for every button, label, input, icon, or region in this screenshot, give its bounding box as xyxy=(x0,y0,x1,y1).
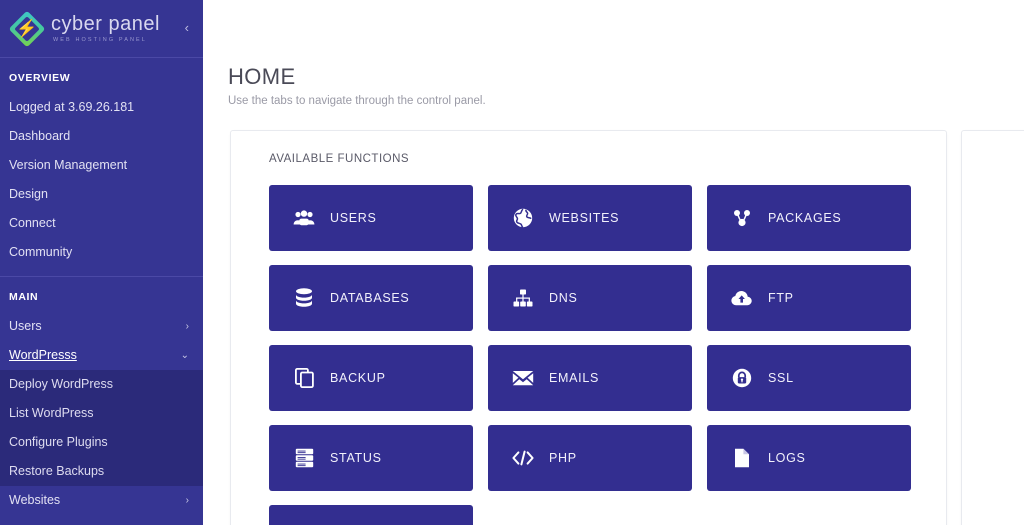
sidebar-item-connect[interactable]: Connect xyxy=(0,209,203,238)
page-header: HOME Use the tabs to navigate through th… xyxy=(203,0,1024,108)
tile-dns[interactable]: DNS xyxy=(488,265,692,331)
users-icon xyxy=(293,207,315,229)
sidebar-item-label: Design xyxy=(9,187,48,201)
tile-partial-next[interactable] xyxy=(269,505,473,525)
cyberpanel-logo-icon: ⚡ xyxy=(8,10,46,47)
sidebar-item-label: Connect xyxy=(9,216,56,230)
tile-label: PACKAGES xyxy=(768,211,842,225)
page-subtitle: Use the tabs to navigate through the con… xyxy=(228,95,486,107)
sidebar-item-restore-backups[interactable]: Restore Backups xyxy=(0,457,203,486)
card-title: AVAILABLE FUNCTIONS xyxy=(269,153,410,165)
gauge-label: Ram Usage xyxy=(962,315,1024,327)
sidebar-section-main: MAIN xyxy=(9,291,39,303)
chevron-left-icon[interactable]: ‹ xyxy=(185,21,189,34)
function-tile-grid: USERS WEBSITES PACKAGES DATABASES DNS FT… xyxy=(269,185,911,525)
chevron-right-icon: › xyxy=(185,320,189,332)
page-title: HOME xyxy=(228,64,296,89)
tile-backup[interactable]: BACKUP xyxy=(269,345,473,411)
copy-icon xyxy=(293,367,315,389)
tile-ssl[interactable]: SSL xyxy=(707,345,911,411)
sidebar-item-label: Websites xyxy=(9,493,61,507)
packages-icon xyxy=(731,207,753,229)
main-content: HOME Use the tabs to navigate through th… xyxy=(203,0,1024,525)
tile-label: SSL xyxy=(768,371,794,385)
sidebar-submenu-wordpress: Deploy WordPress List WordPress Configur… xyxy=(0,370,203,486)
sidebar-item-label: Dashboard xyxy=(9,129,71,143)
tile-status[interactable]: STATUS xyxy=(269,425,473,491)
sidebar-item-dashboard[interactable]: Dashboard xyxy=(0,122,203,151)
tile-databases[interactable]: DATABASES xyxy=(269,265,473,331)
file-icon xyxy=(731,447,753,469)
database-icon xyxy=(293,287,315,309)
sidebar-item-logged-at[interactable]: Logged at 3.69.26.181 xyxy=(0,93,203,122)
lock-icon xyxy=(731,367,753,389)
tile-label: USERS xyxy=(330,211,377,225)
cloud-upload-icon xyxy=(731,287,753,309)
sidebar-item-label: Configure Plugins xyxy=(9,435,108,449)
tile-label: FTP xyxy=(768,291,794,305)
tile-label: WEBSITES xyxy=(549,211,620,225)
tile-label: STATUS xyxy=(330,451,382,465)
tile-label: EMAILS xyxy=(549,371,600,385)
sidebar-item-label: List WordPress xyxy=(9,406,94,420)
panels-row: AVAILABLE FUNCTIONS USERS WEBSITES PACKA… xyxy=(203,108,1024,525)
globe-icon xyxy=(512,207,534,229)
tile-websites[interactable]: WEBSITES xyxy=(488,185,692,251)
sidebar-item-label: Community xyxy=(9,245,73,259)
gauge-label: CPU Usage xyxy=(962,177,1024,189)
envelope-icon xyxy=(512,367,534,389)
gauge-cpu: CPU Usage xyxy=(962,177,1024,305)
sidebar-item-label: Deploy WordPress xyxy=(9,377,113,391)
sidebar-item-design[interactable]: Design xyxy=(0,180,203,209)
tile-label: LOGS xyxy=(768,451,806,465)
code-icon xyxy=(512,447,534,469)
sidebar-item-users[interactable]: Users › xyxy=(0,312,203,341)
sidebar-item-websites[interactable]: Websites › xyxy=(0,486,203,515)
sitemap-icon xyxy=(512,287,534,309)
gauge-disk: Disk Usage xyxy=(962,453,1024,525)
brand-name: cyber panel xyxy=(51,13,160,35)
sidebar-item-community[interactable]: Community xyxy=(0,238,203,267)
sidebar-item-configure-plugins[interactable]: Configure Plugins xyxy=(0,428,203,457)
card-title: RESOURCE USAGE xyxy=(962,151,1024,163)
sidebar-item-label: Restore Backups xyxy=(9,464,105,478)
sidebar-item-wordpress[interactable]: WordPresss ⌄ xyxy=(0,341,203,370)
tile-users[interactable]: USERS xyxy=(269,185,473,251)
app-root: ⚡ cyber panel WEB HOSTING PANEL ‹ OVERVI… xyxy=(0,0,1024,525)
tile-packages[interactable]: PACKAGES xyxy=(707,185,911,251)
tile-label: BACKUP xyxy=(330,371,386,385)
tile-label: DNS xyxy=(549,291,578,305)
sidebar-item-label: Version Management xyxy=(9,158,128,172)
brand-text: cyber panel WEB HOSTING PANEL xyxy=(51,13,160,44)
chevron-down-icon: ⌄ xyxy=(180,349,189,361)
resource-usage-card: RESOURCE USAGE CPU Usage Ram Usage Disk … xyxy=(961,130,1024,525)
tile-label: PHP xyxy=(549,451,577,465)
tile-emails[interactable]: EMAILS xyxy=(488,345,692,411)
sidebar: ⚡ cyber panel WEB HOSTING PANEL ‹ OVERVI… xyxy=(0,0,203,525)
sidebar-item-version-management[interactable]: Version Management xyxy=(0,151,203,180)
tile-ftp[interactable]: FTP xyxy=(707,265,911,331)
brand-header[interactable]: ⚡ cyber panel WEB HOSTING PANEL ‹ xyxy=(0,0,203,58)
gauge-ram: Ram Usage xyxy=(962,315,1024,443)
tile-logs[interactable]: LOGS xyxy=(707,425,911,491)
server-icon xyxy=(293,447,315,469)
tile-label: DATABASES xyxy=(330,291,410,305)
sidebar-item-label: Users xyxy=(9,319,42,333)
sidebar-item-list-wordpress[interactable]: List WordPress xyxy=(0,399,203,428)
brand-tagline: WEB HOSTING PANEL xyxy=(53,37,147,43)
tile-php[interactable]: PHP xyxy=(488,425,692,491)
sidebar-item-label: WordPresss xyxy=(9,348,77,362)
sidebar-item-deploy-wordpress[interactable]: Deploy WordPress xyxy=(0,370,203,399)
sidebar-item-label: Logged at 3.69.26.181 xyxy=(9,100,135,114)
sidebar-section-overview: OVERVIEW xyxy=(9,72,71,84)
chevron-right-icon: › xyxy=(185,494,189,506)
gauge-label: Disk Usage xyxy=(962,453,1024,465)
available-functions-card: AVAILABLE FUNCTIONS USERS WEBSITES PACKA… xyxy=(230,130,947,525)
